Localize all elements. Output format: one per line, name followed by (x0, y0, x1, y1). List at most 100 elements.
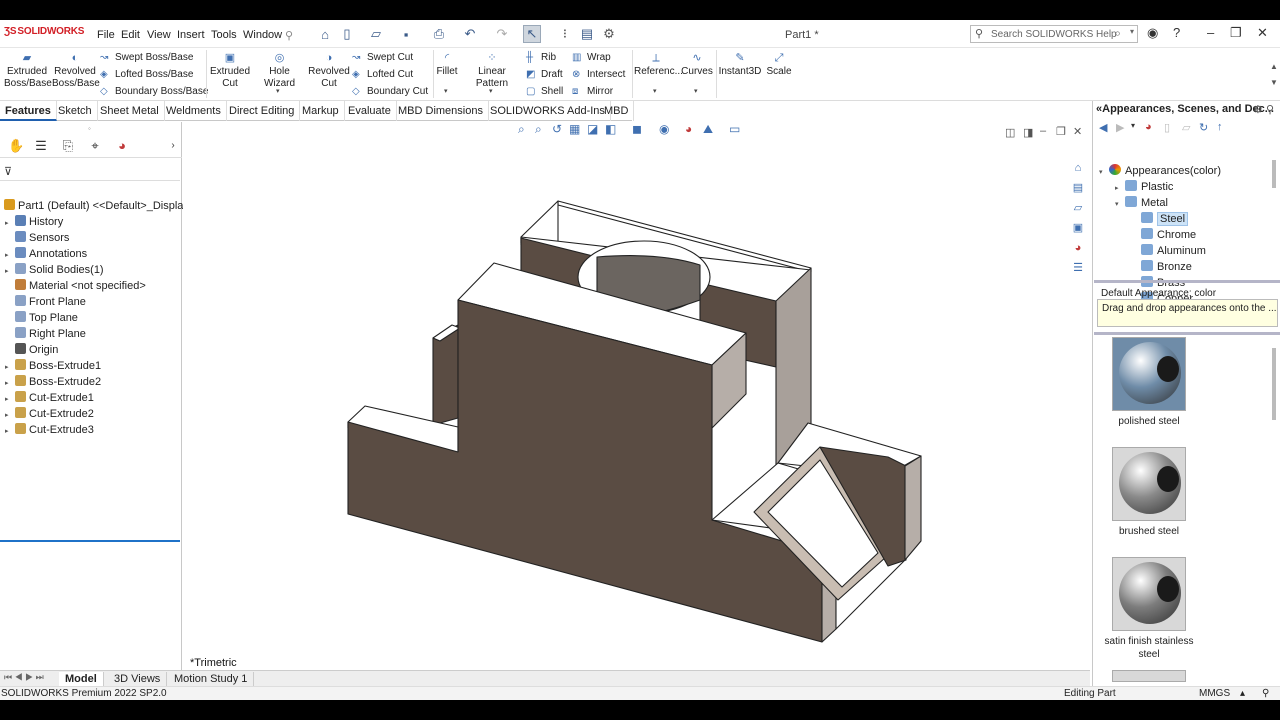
section-view-icon[interactable]: ▦ (569, 122, 580, 136)
configuration-manager-icon[interactable]: ⎘ (61, 139, 75, 153)
user-icon[interactable]: ◉ (1147, 25, 1158, 41)
filter-icon[interactable]: ⊽ (4, 165, 12, 178)
tree-scrollbar[interactable] (1272, 160, 1276, 188)
display-style-icon[interactable]: ◼ (632, 122, 642, 136)
viewport-minimize-icon[interactable]: – (1040, 125, 1046, 137)
appearance-swatch[interactable] (1112, 557, 1186, 631)
graphics-area[interactable]: ◫ ◨ – ❐ ✕ (183, 122, 1090, 690)
tab-motion-study-1[interactable]: Motion Study 1 (168, 672, 255, 686)
viewport-restore-icon[interactable]: ❐ (1056, 125, 1066, 138)
expand-arrow-icon[interactable]: ▸ (5, 379, 13, 387)
tree-item[interactable]: ▸ Cut-Extrude1 (0, 391, 94, 407)
restore-icon[interactable]: ❐ (1230, 25, 1242, 41)
zoom-to-area-icon[interactable]: ⌕ (535, 122, 542, 137)
history-dropdown-icon[interactable]: ▾ (1131, 121, 1135, 130)
expand-arrow-icon[interactable]: ▸ (1115, 184, 1125, 192)
units-dropdown-icon[interactable]: ▴ (1240, 688, 1245, 699)
tab-solidworks-add-ins[interactable]: SOLIDWORKS Add-Ins (485, 101, 611, 121)
mirror-button[interactable]: ⧈ Mirror (572, 86, 613, 97)
tree-item[interactable]: Right Plane (0, 327, 86, 343)
tab-scroll-first-icon[interactable]: ⏮ ◀ ▶ ⏭ (4, 672, 44, 683)
expand-arrow-icon[interactable]: ▾ (1115, 200, 1125, 208)
menu-window[interactable]: Window (243, 29, 282, 41)
tree-item[interactable]: ▸ Boss-Extrude1 (0, 359, 101, 375)
reference-dropdown-icon[interactable]: ▾ (653, 87, 657, 95)
tree-item[interactable]: ▸ Cut-Extrude2 (0, 407, 94, 423)
pattern-dropdown-icon[interactable]: ▾ (489, 87, 493, 95)
tab-3d-views[interactable]: 3D Views (108, 672, 168, 686)
appearance-tree-item[interactable]: Steel (1131, 212, 1189, 228)
swept-cut-button[interactable]: ↝ Swept Cut (352, 52, 413, 63)
expand-arrow-icon[interactable]: ▾ (1099, 168, 1109, 176)
property-manager-icon[interactable]: ☰ (34, 139, 48, 153)
open-icon[interactable]: ▱ (367, 25, 385, 43)
rib-button[interactable]: ╫ Rib (526, 52, 556, 63)
tree-item[interactable]: ▸ History (0, 215, 63, 231)
scale-button[interactable]: ⤢ Scale (764, 52, 794, 78)
save-icon[interactable]: ▪ (397, 25, 415, 43)
menu-edit[interactable]: Edit (121, 29, 140, 41)
hole-wizard-dropdown-icon[interactable]: ▾ (276, 87, 280, 95)
appearance-tree-item[interactable]: ▾ Metal (1115, 196, 1168, 212)
tree-item[interactable]: ▸ Cut-Extrude3 (0, 423, 94, 439)
curves-button[interactable]: ∿ Curves (681, 52, 713, 78)
hole-wizard-button[interactable]: ◎ Hole Wizard (253, 52, 306, 90)
appearances-scenes-icon[interactable]: ◕ (1070, 240, 1086, 256)
intersect-button[interactable]: ⊗ Intersect (572, 69, 625, 80)
panel-grip-icon[interactable]: ◦ (88, 124, 91, 133)
part-model[interactable] (183, 122, 1090, 690)
refresh-icon[interactable]: ↻ (1199, 121, 1208, 134)
select-pointer-icon[interactable]: ↖ (523, 25, 541, 43)
tab-mbd[interactable]: MBD (599, 101, 635, 121)
search-icon[interactable]: ⌕ (1114, 26, 1121, 41)
traffic-light-icon[interactable]: ⁝ (556, 25, 574, 43)
menu-file[interactable]: File (97, 29, 115, 41)
home-icon[interactable]: ⌂ (316, 25, 334, 43)
back-icon[interactable]: ◀ (1099, 121, 1107, 134)
swept-boss-button[interactable]: ↝ Swept Boss/Base (100, 52, 193, 63)
tab-weldments[interactable]: Weldments (161, 101, 227, 121)
custom-properties-icon[interactable]: ☰ (1070, 260, 1086, 276)
tab-sheet-metal[interactable]: Sheet Metal (95, 101, 165, 121)
appearance-tree-item[interactable]: Aluminum (1131, 244, 1206, 260)
tab-sketch[interactable]: Sketch (53, 101, 98, 121)
instant3d-button[interactable]: ✎ Instant3D (718, 52, 762, 78)
solidworks-logo[interactable]: ƷSSOLIDWORKS (4, 26, 84, 37)
fillet-dropdown-icon[interactable]: ▾ (444, 87, 448, 95)
expand-arrow-icon[interactable]: ▸ (5, 395, 13, 403)
tree-rollback-bar[interactable] (0, 540, 180, 542)
tab-mbd-dimensions[interactable]: MBD Dimensions (393, 101, 489, 121)
dynamic-annotation-icon[interactable]: ◪ (587, 122, 598, 136)
menu-insert[interactable]: Insert (177, 29, 205, 41)
appearance-tree-item[interactable]: Bronze (1131, 260, 1192, 276)
expand-arrow-icon[interactable]: ▸ (5, 363, 13, 371)
curves-dropdown-icon[interactable]: ▾ (694, 87, 698, 95)
tree-item[interactable]: ▸ Boss-Extrude2 (0, 375, 101, 391)
tree-item[interactable]: ▸ Solid Bodies(1) (0, 263, 104, 279)
apply-scene-icon[interactable]: ⛰ (703, 122, 713, 137)
tab-model[interactable]: Model (59, 672, 104, 686)
feature-manager-icon[interactable]: ✋ (8, 139, 24, 153)
tree-item[interactable]: Material <not specified> (0, 279, 146, 295)
display-manager-icon[interactable]: ◕ (115, 139, 129, 153)
swatch-scrollbar[interactable] (1272, 348, 1276, 420)
appearance-tree-item[interactable]: Chrome (1131, 228, 1196, 244)
help-icon[interactable]: ? (1173, 25, 1180, 40)
revolved-cut-button[interactable]: ◑ Revolved Cut (307, 52, 351, 90)
appearance-tree-item[interactable]: ▸ Plastic (1115, 180, 1173, 196)
expand-arrow-icon[interactable]: ▸ (5, 251, 13, 259)
draft-button[interactable]: ◩ Draft (526, 69, 563, 80)
lofted-boss-button[interactable]: ◈ Lofted Boss/Base (100, 69, 193, 80)
appearance-swatch[interactable] (1112, 447, 1186, 521)
menu-view[interactable]: View (147, 29, 171, 41)
menu-tools[interactable]: Tools (211, 29, 237, 41)
tree-item[interactable]: ▸ Annotations (0, 247, 87, 263)
boundary-cut-button[interactable]: ◇ Boundary Cut (352, 86, 428, 97)
design-library-icon[interactable]: ▤ (1070, 180, 1086, 196)
appearances-home-icon[interactable]: ◕ (1145, 121, 1152, 133)
units-label[interactable]: MMGS (1199, 688, 1230, 699)
tab-markup[interactable]: Markup (297, 101, 345, 121)
tab-features[interactable]: Features (0, 101, 57, 121)
expand-arrow-icon[interactable]: ▸ (5, 411, 13, 419)
solidworks-resources-icon[interactable]: ⌂ (1070, 160, 1086, 176)
